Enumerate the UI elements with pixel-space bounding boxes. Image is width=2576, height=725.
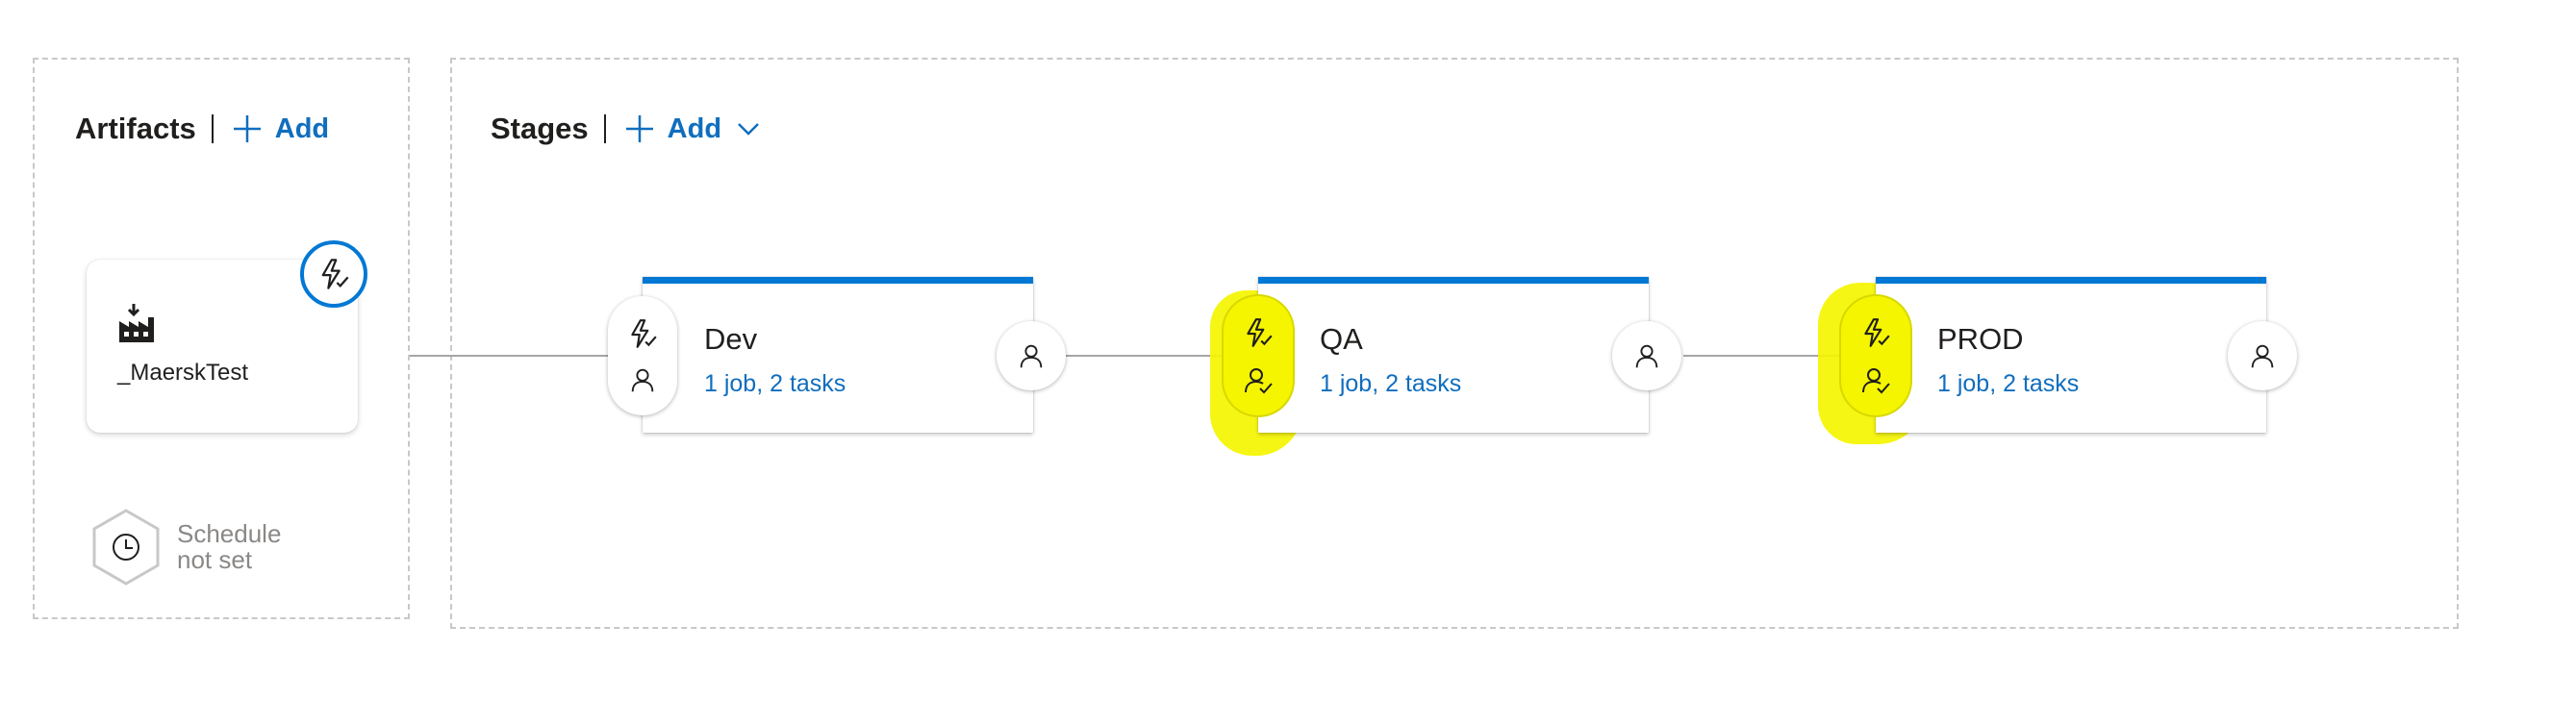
person-icon	[2248, 341, 2277, 370]
stages-header: Stages Add	[491, 112, 773, 146]
plus-icon	[625, 115, 653, 142]
clock-icon	[92, 509, 160, 586]
artifacts-header: Artifacts Add	[75, 112, 329, 146]
stage-card-prod[interactable]: PROD 1 job, 2 tasks	[1876, 277, 2266, 433]
stage-tasks-link[interactable]: 1 job, 2 tasks	[1320, 370, 1461, 398]
person-icon	[628, 365, 657, 394]
chevron-down-icon	[738, 123, 759, 136]
stage-tasks-link[interactable]: 1 job, 2 tasks	[1937, 370, 2079, 398]
person-icon	[1632, 341, 1661, 370]
post-deployment-conditions-qa[interactable]	[1612, 321, 1681, 390]
plus-icon	[233, 115, 261, 142]
pre-deployment-conditions-dev[interactable]	[608, 296, 677, 415]
stages-title: Stages	[491, 112, 589, 145]
stage-card-dev[interactable]: Dev 1 job, 2 tasks	[643, 277, 1033, 433]
connector-dev-qa	[1066, 355, 1229, 357]
continuous-deployment-trigger[interactable]	[300, 240, 367, 308]
schedule-line-2: not set	[177, 545, 253, 574]
add-stage-button[interactable]: Add	[625, 113, 773, 145]
pre-deployment-conditions-prod[interactable]	[1841, 296, 1910, 415]
pre-deployment-conditions-qa[interactable]	[1224, 296, 1293, 415]
person-check-icon	[1243, 364, 1274, 395]
schedule-trigger[interactable]: Schedule not set	[90, 508, 281, 587]
lightning-check-icon	[316, 257, 351, 291]
build-factory-icon	[119, 304, 154, 342]
artifact-name: _MaerskTest	[117, 360, 249, 386]
post-deployment-conditions-prod[interactable]	[2228, 321, 2297, 390]
stage-card-qa[interactable]: QA 1 job, 2 tasks	[1258, 277, 1649, 433]
lightning-check-icon	[1859, 316, 1892, 349]
stage-name: QA	[1320, 322, 1363, 356]
person-icon	[1017, 341, 1046, 370]
post-deployment-conditions-dev[interactable]	[997, 321, 1066, 390]
header-divider	[211, 114, 214, 143]
lightning-check-icon	[1242, 316, 1275, 349]
schedule-text: Schedule not set	[177, 521, 281, 573]
header-divider	[603, 114, 606, 143]
add-artifact-label: Add	[274, 112, 330, 144]
person-check-icon	[1860, 364, 1891, 395]
stage-name: PROD	[1937, 322, 2024, 356]
add-stage-label: Add	[667, 112, 722, 144]
schedule-line-1: Schedule	[177, 519, 282, 548]
stage-name: Dev	[704, 322, 758, 356]
stage-tasks-link[interactable]: 1 job, 2 tasks	[704, 370, 846, 398]
lightning-check-icon	[626, 317, 659, 350]
connector-artifact-dev	[410, 355, 612, 357]
add-artifact-button[interactable]: Add	[233, 113, 329, 145]
artifacts-title: Artifacts	[75, 112, 196, 145]
